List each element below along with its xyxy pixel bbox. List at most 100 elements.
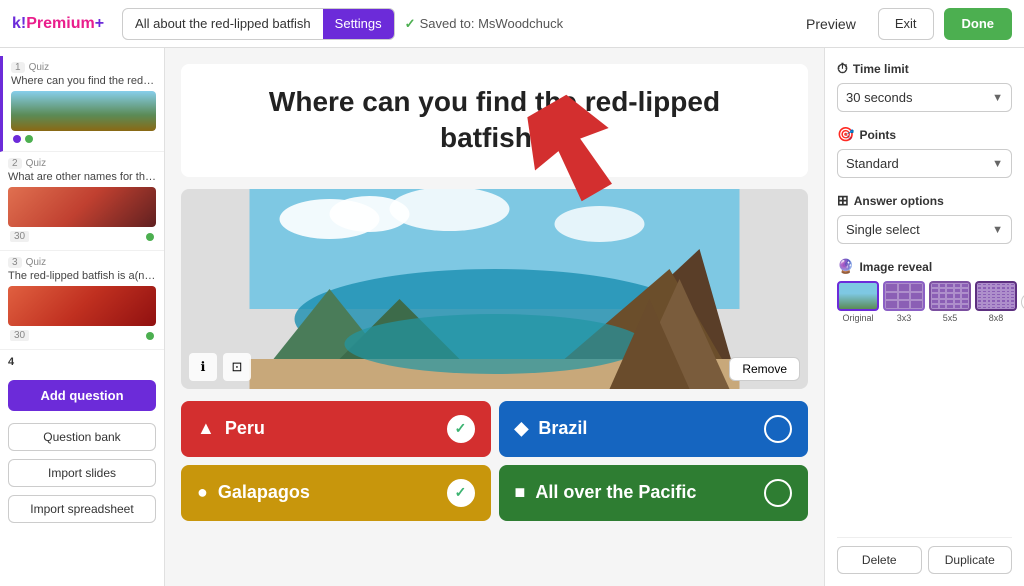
- sidebar-item-2-dots: 30: [8, 227, 156, 244]
- points-value: Standard: [846, 156, 899, 171]
- dot-4: [146, 332, 154, 340]
- dot-2: [25, 135, 33, 143]
- done-button[interactable]: Done: [944, 8, 1013, 40]
- answer-a-icon: ▲: [197, 418, 215, 439]
- points-label: Points: [859, 128, 896, 142]
- image-controls: ℹ ⊡: [189, 353, 251, 381]
- panel-spacer: [837, 337, 1012, 523]
- sidebar-item-2-title: What are other names for this crea...: [8, 171, 156, 183]
- clock-icon: ⏱: [837, 60, 848, 77]
- image-reveal-options: Original 3x3: [837, 281, 1012, 323]
- answer-b-check: [764, 415, 792, 443]
- chevron-down-icon-2: ▼: [992, 158, 1003, 170]
- answer-d-text: All over the Pacific: [535, 482, 754, 503]
- grid-icon: ⊞: [837, 192, 849, 209]
- logo: k!Premium+: [12, 15, 104, 33]
- sidebar-item-1-dots: [11, 131, 156, 145]
- time-limit-select[interactable]: 30 seconds ▼: [837, 83, 1012, 112]
- answer-options-label: Answer options: [854, 194, 944, 208]
- sidebar-item-3-dots: 30: [8, 326, 156, 343]
- settings-button[interactable]: Settings: [323, 8, 394, 40]
- time-limit-label: Time limit: [853, 62, 909, 76]
- image-info-button[interactable]: ℹ: [189, 353, 217, 381]
- image-reveal-section: 🔮 Image reveal Original: [837, 258, 1012, 323]
- dot-1: [13, 135, 21, 143]
- delete-button[interactable]: Delete: [837, 546, 922, 574]
- document-title: All about the red-lipped batfish: [123, 16, 323, 31]
- answer-card-c[interactable]: ● Galapagos ✓: [181, 465, 491, 521]
- sidebar-item-1-thumb: [11, 91, 156, 131]
- time-limit-section: ⏱ Time limit 30 seconds ▼: [837, 60, 1012, 112]
- answer-options-section: ⊞ Answer options Single select ▼: [837, 192, 1012, 244]
- sidebar: 1 Quiz Where can you find the red-lipped…: [0, 48, 165, 586]
- content-area: Where can you find the red-lipped batfis…: [165, 48, 824, 586]
- reveal-8x8[interactable]: 8x8: [975, 281, 1017, 323]
- image-crop-button[interactable]: ⊡: [223, 353, 251, 381]
- chevron-down-icon-3: ▼: [992, 224, 1003, 236]
- sidebar-item-2-type: Quiz: [26, 158, 47, 169]
- reveal-8x8-thumb: [975, 281, 1017, 311]
- title-bar: All about the red-lipped batfish Setting…: [122, 8, 395, 40]
- points-select[interactable]: Standard ▼: [837, 149, 1012, 178]
- import-slides-button[interactable]: Import slides: [8, 459, 156, 487]
- exit-button[interactable]: Exit: [878, 8, 934, 40]
- reveal-icon: 🔮: [837, 258, 854, 275]
- answer-c-text: Galapagos: [218, 482, 437, 503]
- reveal-original-thumb: [837, 281, 879, 311]
- header: k!Premium+ All about the red-lipped batf…: [0, 0, 1024, 48]
- answer-a-text: Peru: [225, 418, 437, 439]
- points-section: 🎯 Points Standard ▼: [837, 126, 1012, 178]
- answer-card-d[interactable]: ■ All over the Pacific: [499, 465, 809, 521]
- answer-d-check: [764, 479, 792, 507]
- main-layout: 1 Quiz Where can you find the red-lipped…: [0, 48, 1024, 586]
- sidebar-item-2-thumb: [8, 187, 156, 227]
- reveal-5x5[interactable]: 5x5: [929, 281, 971, 323]
- reveal-3x3-thumb: [883, 281, 925, 311]
- import-spreadsheet-button[interactable]: Import spreadsheet: [8, 495, 156, 523]
- reveal-original-label: Original: [837, 313, 879, 323]
- image-reveal-title: 🔮 Image reveal: [837, 258, 1012, 275]
- add-question-button[interactable]: Add question: [8, 380, 156, 411]
- image-reveal-label: Image reveal: [859, 260, 932, 274]
- answer-card-a[interactable]: ▲ Peru ✓: [181, 401, 491, 457]
- time-limit-value: 30 seconds: [846, 90, 913, 105]
- sidebar-item-3-num-badge: 30: [10, 330, 29, 341]
- answer-options-select[interactable]: Single select ▼: [837, 215, 1012, 244]
- question-bank-button[interactable]: Question bank: [8, 423, 156, 451]
- points-icon: 🎯: [837, 126, 854, 143]
- sidebar-item-1-type: Quiz: [29, 62, 50, 73]
- question-image: ℹ ⊡ Remove: [181, 189, 808, 389]
- saved-text: Saved to: MsWoodchuck: [420, 16, 564, 31]
- answer-a-check: ✓: [447, 415, 475, 443]
- reveal-3x3[interactable]: 3x3: [883, 281, 925, 323]
- sidebar-item-3-title: The red-lipped batfish is a(n)...: [8, 270, 156, 282]
- sidebar-item-1[interactable]: 1 Quiz Where can you find the red-lipped…: [0, 56, 164, 152]
- sidebar-item-3-thumb: [8, 286, 156, 326]
- time-limit-title: ⏱ Time limit: [837, 60, 1012, 77]
- sidebar-item-1-num: 1: [11, 62, 25, 73]
- answer-b-icon: ◆: [515, 418, 529, 439]
- answer-options-title: ⊞ Answer options: [837, 192, 1012, 209]
- question-text: Where can you find the red-lipped batfis…: [181, 64, 808, 177]
- answer-options-value: Single select: [846, 222, 920, 237]
- right-panel: ⏱ Time limit 30 seconds ▼ 🎯 Points Stand…: [824, 48, 1024, 586]
- sidebar-item-3[interactable]: 3 Quiz The red-lipped batfish is a(n)...…: [0, 251, 164, 350]
- answer-b-text: Brazil: [538, 418, 754, 439]
- sidebar-item-2[interactable]: 2 Quiz What are other names for this cre…: [0, 152, 164, 251]
- reveal-5x5-label: 5x5: [929, 313, 971, 323]
- points-title: 🎯 Points: [837, 126, 1012, 143]
- sidebar-item-2-num-badge: 30: [10, 231, 29, 242]
- remove-image-button[interactable]: Remove: [729, 357, 800, 381]
- reveal-5x5-thumb: [929, 281, 971, 311]
- answer-d-icon: ■: [515, 482, 526, 503]
- reveal-8x8-label: 8x8: [975, 313, 1017, 323]
- panel-bottom-buttons: Delete Duplicate: [837, 537, 1012, 574]
- chevron-down-icon: ▼: [992, 92, 1003, 104]
- answer-grid: ▲ Peru ✓ ◆ Brazil ● Galapagos ✓ ■ All: [181, 401, 808, 521]
- duplicate-button[interactable]: Duplicate: [928, 546, 1013, 574]
- sidebar-section-4: 4: [0, 350, 164, 372]
- answer-c-icon: ●: [197, 482, 208, 503]
- preview-button[interactable]: Preview: [794, 16, 868, 32]
- reveal-original[interactable]: Original: [837, 281, 879, 323]
- answer-card-b[interactable]: ◆ Brazil: [499, 401, 809, 457]
